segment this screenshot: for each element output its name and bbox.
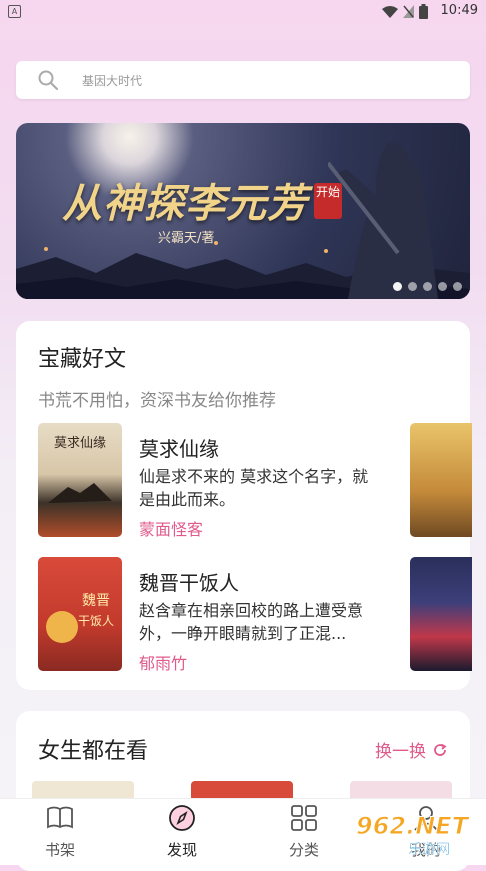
warrior-figure xyxy=(328,142,438,299)
book-title[interactable]: 莫求仙缘 xyxy=(139,433,219,462)
book-item[interactable]: 魏晋 干饭人 魏晋干饭人 赵含章在相亲回校的路上遭受意外，一睁开眼睛就到了正混.… xyxy=(38,557,438,674)
book-cover[interactable]: 魏晋 干饭人 xyxy=(38,557,122,671)
book-icon xyxy=(47,806,73,829)
refresh-label: 换一换 xyxy=(375,742,426,762)
book-author[interactable]: 蒙面怪客 xyxy=(139,516,203,540)
book-description: 仙是求不来的 莫求这个名字，就是由此而来。 xyxy=(139,467,369,509)
carousel-dot[interactable] xyxy=(423,282,432,291)
book-title[interactable]: 魏晋干饭人 xyxy=(139,567,239,596)
svg-text:962.NET: 962.NET xyxy=(356,812,470,840)
status-bar: A 10:49 xyxy=(0,0,486,24)
carousel-dot[interactable] xyxy=(408,282,417,291)
book-author[interactable]: 郁雨竹 xyxy=(139,650,187,674)
battery-icon xyxy=(419,4,428,19)
svg-text:干饭人: 干饭人 xyxy=(78,614,114,628)
tab-label: 发现 xyxy=(166,841,197,859)
cover-title: 莫求仙缘 xyxy=(54,436,106,451)
banner-author: 兴霸天/著 xyxy=(158,231,215,246)
search-placeholder: 基因大时代 xyxy=(82,74,143,88)
sim-icon: A xyxy=(8,5,21,18)
compass-icon xyxy=(169,805,195,831)
treasure-section: 宝藏好文 书荒不用怕，资深书友给你推荐 莫求仙缘 莫求仙缘 仙是求不来的 莫求这… xyxy=(16,321,472,690)
section-title: 女生都在看 xyxy=(38,739,149,764)
book-cover[interactable]: 莫求仙缘 xyxy=(38,423,122,537)
book-cover-peek[interactable] xyxy=(410,423,472,537)
cover-title: 魏晋 xyxy=(82,593,110,609)
cover-art: 魏晋 干饭人 xyxy=(46,593,114,643)
refresh-icon xyxy=(434,743,447,756)
section-title: 宝藏好文 xyxy=(38,347,127,372)
banner-seal: 开始 xyxy=(314,183,342,219)
svg-text:乐游网: 乐游网 xyxy=(408,842,450,858)
tab-bookshelf[interactable]: 书架 xyxy=(20,805,100,860)
book-item[interactable]: 莫求仙缘 莫求仙缘 仙是求不来的 莫求这个名字，就是由此而来。 蒙面怪客 xyxy=(38,423,438,540)
status-time: 10:49 xyxy=(440,3,478,18)
section-subtitle: 书荒不用怕，资深书友给你推荐 xyxy=(38,391,276,411)
search-input[interactable]: 基因大时代 xyxy=(16,61,470,99)
site-watermark: 962.NET 乐游网 xyxy=(356,812,471,859)
cover-art: 莫求仙缘 xyxy=(48,436,112,503)
book-description: 赵含章在相亲回校的路上遭受意外，一睁开眼睛就到了正混... xyxy=(139,601,364,643)
no-signal-icon xyxy=(403,5,414,18)
tab-discover[interactable]: 发现 xyxy=(142,805,222,860)
carousel-dot[interactable] xyxy=(393,282,402,291)
tab-category[interactable]: 分类 xyxy=(264,805,344,860)
carousel-dot[interactable] xyxy=(438,282,447,291)
tab-label: 书架 xyxy=(44,841,75,859)
refresh-button[interactable]: 换一换 xyxy=(375,737,448,762)
book-cover-peek[interactable] xyxy=(410,557,472,671)
grid-icon xyxy=(291,805,317,831)
tab-label: 分类 xyxy=(288,841,319,859)
wifi-icon xyxy=(382,5,398,18)
banner-carousel[interactable]: 从神探李元芳 开始 兴霸天/著 xyxy=(16,123,470,299)
carousel-dot[interactable] xyxy=(453,282,462,291)
banner-title: 从神探李元芳 xyxy=(62,180,308,227)
carousel-dots[interactable] xyxy=(393,282,462,291)
search-icon xyxy=(38,70,58,90)
